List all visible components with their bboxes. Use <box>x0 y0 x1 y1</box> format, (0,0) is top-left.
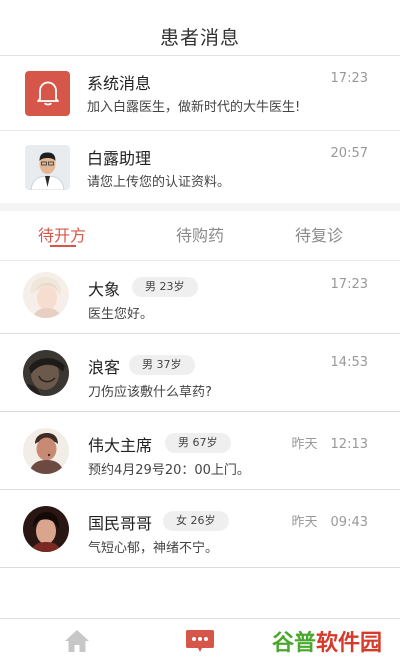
section-divider <box>0 203 400 211</box>
patient-name: 国民哥哥 <box>88 514 153 533</box>
page-title: 患者消息 <box>159 27 240 49</box>
tab-pending-prescription[interactable]: 待开方 <box>38 222 86 246</box>
assistant-text: 请您上传您的认证资料。 <box>87 175 231 190</box>
patient-avatar <box>23 506 69 552</box>
assistant-message-row[interactable]: 白露助理 请您上传您的认证资料。 20:57 <box>0 131 400 203</box>
patient-avatar <box>23 272 69 318</box>
system-message-row[interactable]: 系统消息 加入白露医生，做新时代的大牛医生! 17:23 <box>0 56 400 131</box>
patient-badge: 男 67岁 <box>165 433 231 453</box>
patient-avatar <box>23 350 69 396</box>
patient-name: 伟大主席 <box>88 436 153 455</box>
patient-message: 刀伤应该敷什么草药? <box>88 385 212 400</box>
patient-badge: 男 23岁 <box>132 277 198 297</box>
patient-time: 昨天 09:43 <box>291 515 368 530</box>
patient-time: 17:23 <box>330 277 368 292</box>
assistant-title: 白露助理 <box>87 149 152 168</box>
header-bar: 患者消息 <box>0 0 400 56</box>
patient-name: 浪客 <box>88 358 121 377</box>
patient-row[interactable]: 国民哥哥 女 26岁 气短心郁，神绪不宁。 昨天 09:43 <box>0 490 400 568</box>
patient-message: 预约4月29号20：00上门。 <box>88 463 250 478</box>
watermark-text-2: 软件园 <box>316 631 383 656</box>
patient-message: 气短心郁，神绪不宁。 <box>88 541 219 556</box>
patient-avatar <box>23 428 69 474</box>
tab-pending-purchase[interactable]: 待购药 <box>176 222 224 246</box>
patient-badge: 男 37岁 <box>129 355 195 375</box>
system-message-time: 17:23 <box>330 71 368 86</box>
assistant-avatar <box>25 144 70 190</box>
bell-icon <box>25 70 70 116</box>
system-message-text: 加入白露医生，做新时代的大牛医生! <box>87 100 301 115</box>
patient-time: 14:53 <box>330 355 368 370</box>
patient-row[interactable]: 伟大主席 男 67岁 预约4月29号20：00上门。 昨天 12:13 <box>0 412 400 490</box>
patient-message: 医生您好。 <box>88 307 154 322</box>
patient-row[interactable]: 大象 男 23岁 医生您好。 17:23 <box>0 256 400 334</box>
status-tabs: 待开方 待购药 待复诊 <box>0 211 400 261</box>
patient-time: 昨天 12:13 <box>291 437 368 452</box>
assistant-time: 20:57 <box>330 146 368 161</box>
chat-icon[interactable] <box>184 627 216 661</box>
patient-badge: 女 26岁 <box>163 511 229 531</box>
active-tab-indicator <box>50 245 76 247</box>
tab-pending-followup[interactable]: 待复诊 <box>295 222 343 246</box>
patient-list: 大象 男 23岁 医生您好。 17:23 浪客 男 37岁 刀伤应该敷什么草药?… <box>0 256 400 568</box>
home-icon[interactable] <box>63 628 91 658</box>
patient-row[interactable]: 浪客 男 37岁 刀伤应该敷什么草药? 14:53 <box>0 334 400 412</box>
system-message-title: 系统消息 <box>87 74 152 93</box>
patient-name: 大象 <box>88 280 121 299</box>
bottom-nav: 谷普软件园 <box>0 618 400 666</box>
watermark-text-1: 谷普 <box>272 631 317 656</box>
watermark-logo: 谷普软件园 <box>272 627 394 661</box>
